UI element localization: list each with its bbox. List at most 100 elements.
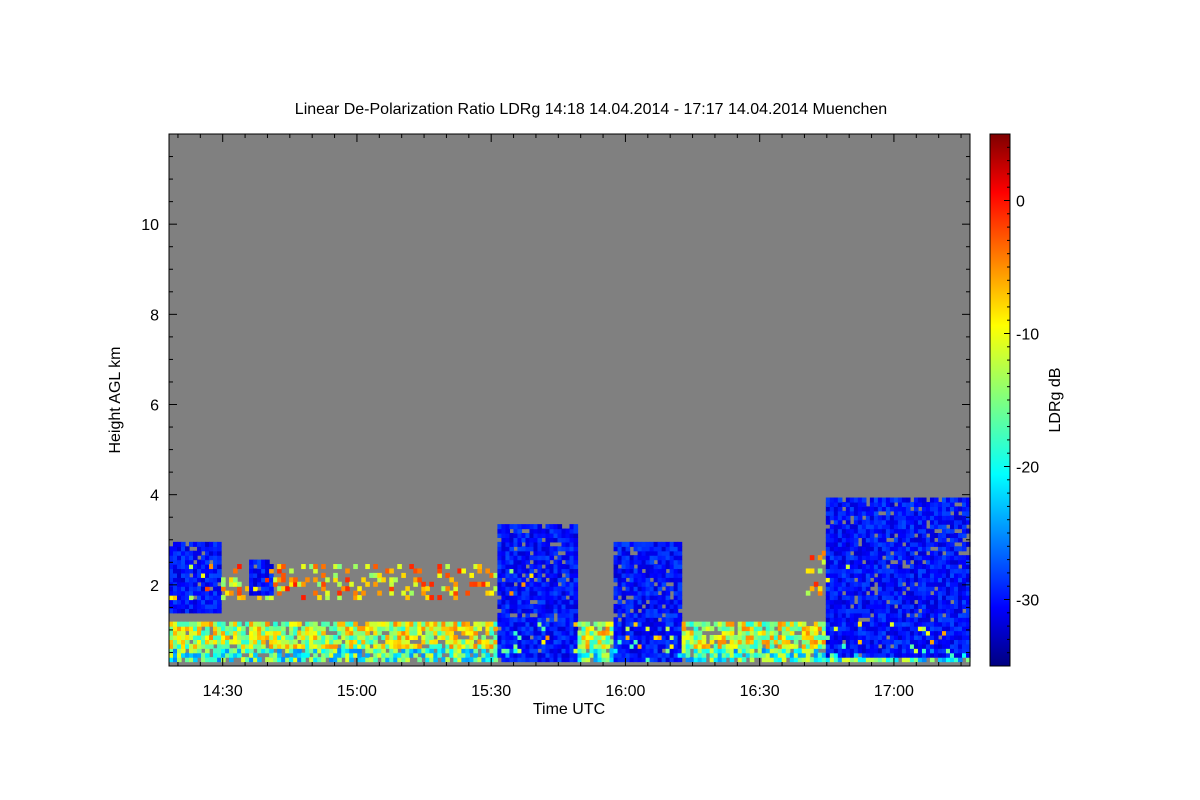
heatmap-cell [941,648,947,654]
heatmap-cell [637,541,643,547]
heatmap-cell [557,568,563,574]
heatmap-cell [693,626,699,632]
heatmap-cell [205,657,210,663]
heatmap-cell [353,626,358,632]
heatmap-cell [513,577,519,583]
heatmap-cell [557,555,563,561]
heatmap-cell [493,634,499,640]
heatmap-cell [573,599,579,605]
heatmap-cell [205,572,210,578]
heatmap-cell [913,501,919,507]
heatmap-cell [825,617,831,623]
heatmap-cell [653,657,659,663]
heatmap-cell [509,537,515,543]
heatmap-cell [945,559,951,565]
heatmap-cell [181,603,186,609]
heatmap-cell [829,501,835,507]
heatmap-cell [501,617,507,623]
heatmap-cell [621,648,627,654]
heatmap-cell [537,559,543,565]
heatmap-cell [673,577,679,583]
heatmap-cell [909,550,915,556]
heatmap-cell [885,612,891,618]
heatmap-cell [389,630,394,636]
heatmap-cell [833,515,839,521]
heatmap-cell [845,577,851,583]
heatmap-cell [677,577,683,583]
heatmap-cell [353,564,358,570]
heatmap-cell [825,657,831,663]
heatmap-cell [893,608,899,614]
heatmap-cell [801,634,807,640]
heatmap-cell [649,648,655,654]
heatmap-cell [573,555,579,561]
heatmap-cell [889,595,895,601]
heatmap-cell [841,617,847,623]
heatmap-cell [721,634,727,640]
heatmap-cell [873,524,879,530]
heatmap-cell [509,559,515,565]
heatmap-cell [597,639,603,645]
heatmap-cell [929,621,935,627]
heatmap-cell [645,612,651,618]
heatmap-cell [853,501,859,507]
heatmap-cell [829,630,835,636]
heatmap-cell [833,599,839,605]
heatmap-cell [525,541,531,547]
heatmap-cell [941,577,947,583]
heatmap-cell [181,608,186,614]
heatmap-cell [197,621,202,627]
heatmap-cell [853,533,859,539]
heatmap-cell [905,546,911,552]
heatmap-cell [525,599,531,605]
heatmap-cell [361,657,366,663]
heatmap-cell [189,643,194,649]
heatmap-cell [273,639,278,645]
heatmap-cell [657,581,663,587]
heatmap-cell [505,657,511,663]
heatmap-cell [505,599,511,605]
heatmap-cell [521,634,527,640]
heatmap-cell [801,648,807,654]
heatmap-cell [349,626,354,632]
heatmap-cell [233,581,238,587]
heatmap-cell [833,595,839,601]
heatmap-cell [217,630,222,636]
heatmap-cell [197,572,202,578]
heatmap-cell [357,643,362,649]
heatmap-cell [637,581,643,587]
heatmap-cell [245,586,250,592]
heatmap-cell [429,648,434,654]
heatmap-cell [505,608,511,614]
heatmap-cell [825,612,831,618]
heatmap-cell [857,643,863,649]
heatmap-cell [673,541,679,547]
heatmap-cell [333,564,338,570]
heatmap-cell [549,577,555,583]
heatmap-cell [281,586,286,592]
heatmap-cell [637,643,643,649]
heatmap-cell [521,603,527,609]
heatmap-cell [865,519,871,525]
heatmap-cell [709,634,715,640]
heatmap-cell [313,643,318,649]
heatmap-cell [905,533,911,539]
heatmap-cell [921,657,927,663]
heatmap-cell [617,572,623,578]
heatmap-cell [549,608,555,614]
heatmap-cell [913,621,919,627]
heatmap-cell [569,657,575,663]
heatmap-cell [709,652,715,658]
heatmap-cell [389,581,394,587]
heatmap-cell [177,621,182,627]
heatmap-cell [725,621,731,627]
heatmap-cell [173,586,178,592]
heatmap-cell [213,586,218,592]
heatmap-cell [537,626,543,632]
heatmap-cell [829,515,835,521]
colorbar-tick-label: 0 [1016,194,1025,211]
heatmap-cell [885,586,891,592]
heatmap-cell [197,603,202,609]
heatmap-cell [517,555,523,561]
heatmap-cell [669,630,675,636]
